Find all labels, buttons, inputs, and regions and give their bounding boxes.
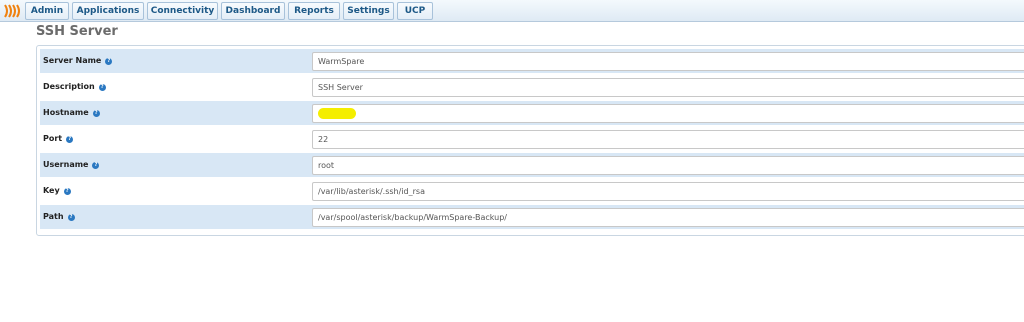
- tab-dashboard[interactable]: Dashboard: [221, 2, 285, 20]
- tab-settings[interactable]: Settings: [343, 2, 394, 20]
- help-icon[interactable]: ?: [67, 214, 75, 221]
- tab-connectivity[interactable]: Connectivity: [147, 2, 218, 20]
- field-label: Hostname?: [43, 108, 100, 117]
- field-label: Username?: [43, 160, 100, 169]
- field-label: Key?: [43, 186, 71, 195]
- server-name-input[interactable]: [312, 52, 1024, 71]
- redaction-highlight: [318, 108, 356, 119]
- tab-ucp[interactable]: UCP: [397, 2, 433, 20]
- field-label: Path?: [43, 212, 75, 221]
- form-row-path: Path?: [40, 205, 1024, 230]
- field-label: Port?: [43, 134, 74, 143]
- port-input[interactable]: [312, 130, 1024, 149]
- top-nav-bar: Admin Applications Connectivity Dashboar…: [0, 0, 1024, 22]
- help-icon[interactable]: ?: [63, 188, 71, 195]
- logo-icon[interactable]: [3, 4, 23, 18]
- key-input[interactable]: [312, 182, 1024, 201]
- form-row-server-name: Server Name?: [40, 49, 1024, 74]
- form-row-hostname: Hostname?: [40, 101, 1024, 126]
- ssh-server-form: Server Name? Description? Hostname? Port…: [36, 45, 1024, 236]
- field-label: Description?: [43, 82, 106, 91]
- help-icon[interactable]: ?: [92, 162, 100, 169]
- form-row-key: Key?: [40, 179, 1024, 204]
- hostname-input[interactable]: [312, 104, 1024, 123]
- help-icon[interactable]: ?: [98, 84, 106, 91]
- tab-applications[interactable]: Applications: [72, 2, 144, 20]
- form-row-description: Description?: [40, 75, 1024, 100]
- form-row-port: Port?: [40, 127, 1024, 152]
- page-title: SSH Server: [36, 24, 118, 39]
- form-row-username: Username?: [40, 153, 1024, 178]
- help-icon[interactable]: ?: [66, 136, 74, 143]
- help-icon[interactable]: ?: [105, 58, 113, 65]
- path-input[interactable]: [312, 208, 1024, 227]
- username-input[interactable]: [312, 156, 1024, 175]
- description-input[interactable]: [312, 78, 1024, 97]
- field-label: Server Name?: [43, 56, 113, 65]
- tab-reports[interactable]: Reports: [288, 2, 340, 20]
- help-icon[interactable]: ?: [92, 110, 100, 117]
- tab-admin[interactable]: Admin: [25, 2, 69, 20]
